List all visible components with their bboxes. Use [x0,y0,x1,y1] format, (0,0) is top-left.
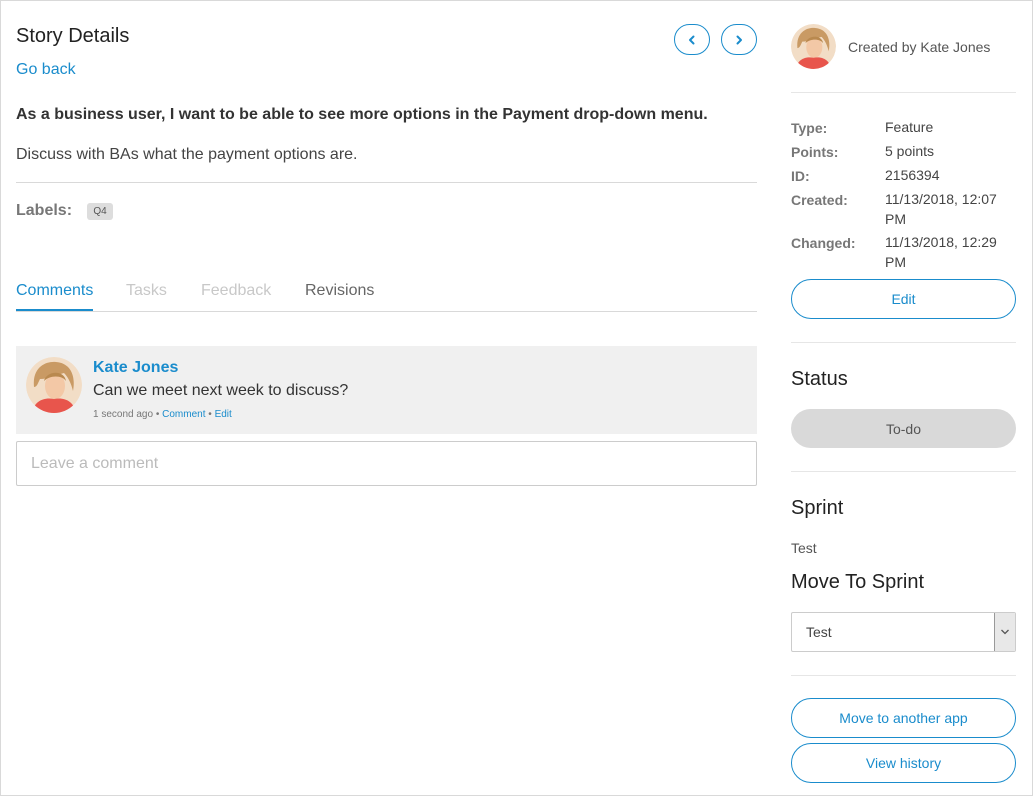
divider [791,471,1016,472]
meta-created-value: 11/13/2018, 12:07 PM [885,191,997,227]
previous-story-button[interactable] [674,24,710,55]
dropdown-toggle[interactable] [994,613,1015,651]
created-by: Created by Kate Jones [848,39,991,55]
edit-comment-link[interactable]: Edit [215,409,232,420]
comment-text: Can we meet next week to discuss? [93,382,349,399]
reply-comment-link[interactable]: Comment [162,409,205,420]
label-chip[interactable]: Q4 [87,203,113,220]
meta-created-key: Created: [791,192,848,208]
meta-changed-value: 11/13/2018, 12:29 PM [885,234,997,270]
edit-button[interactable]: Edit [791,279,1016,319]
move-to-another-app-button[interactable]: Move to another app [791,698,1016,738]
meta-points-key: Points: [791,144,839,160]
meta-type-value: Feature [885,119,934,135]
active-tab-indicator [16,309,93,311]
view-history-button[interactable]: View history [791,743,1016,783]
tab-tasks[interactable]: Tasks [126,282,167,300]
chevron-down-icon [1001,629,1009,635]
meta-id-value: 2156394 [885,167,940,183]
meta-type-key: Type: [791,120,828,136]
sprint-select[interactable]: Test [791,612,1016,652]
sprint-value: Test [791,540,817,556]
chevron-left-icon [689,35,695,44]
sprint-select-value: Test [806,624,832,640]
comment-author[interactable]: Kate Jones [93,359,178,377]
chevron-right-icon [736,35,742,44]
tab-feedback[interactable]: Feedback [201,282,271,300]
creator-avatar [791,24,836,69]
divider [791,342,1016,343]
meta-points-value: 5 points [885,143,935,159]
status-badge[interactable]: To-do [791,409,1016,448]
status-heading: Status [791,368,848,390]
meta-id-key: ID: [791,168,810,184]
labels-heading: Labels: [16,202,73,219]
comment-meta: 1 second ago • Comment • Edit [93,409,232,420]
divider [16,182,757,183]
comment-item: Kate Jones Can we meet next week to disc… [16,346,757,434]
next-story-button[interactable] [721,24,757,55]
comment-input[interactable] [16,441,757,486]
meta-changed-key: Changed: [791,235,856,251]
divider [791,675,1016,676]
page-title: Story Details [16,25,130,47]
separator: • [208,409,212,420]
tab-revisions[interactable]: Revisions [305,282,374,300]
separator: • [155,409,160,420]
move-to-sprint-heading: Move To Sprint [791,571,925,593]
story-title: As a business user, I want to be able to… [16,106,708,123]
sprint-heading: Sprint [791,497,844,519]
tab-bar: Comments Tasks Feedback Revisions [16,280,757,312]
divider [791,92,1016,93]
story-description: Discuss with BAs what the payment option… [16,146,358,163]
comment-time: 1 second ago [93,409,154,420]
go-back-link[interactable]: Go back [16,61,76,79]
avatar [26,357,82,413]
tab-comments[interactable]: Comments [16,282,93,300]
